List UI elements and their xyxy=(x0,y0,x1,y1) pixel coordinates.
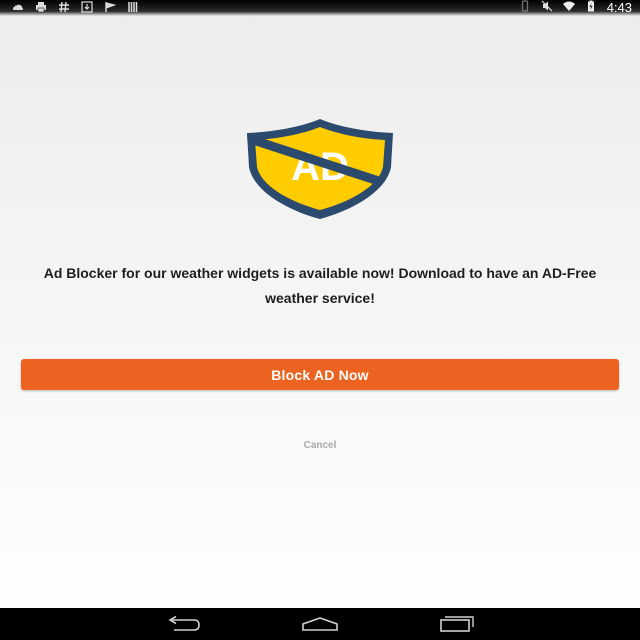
printer-icon xyxy=(35,1,47,16)
cancel-button[interactable]: Cancel xyxy=(270,440,370,451)
vibrate-icon xyxy=(519,0,531,17)
battery-icon xyxy=(585,0,597,17)
download-icon xyxy=(81,0,93,16)
shield-icon: AD xyxy=(247,119,393,219)
cloud-icon xyxy=(12,1,24,16)
navigation-bar xyxy=(0,608,640,640)
hash-icon xyxy=(58,1,70,16)
status-bar: 4:43 xyxy=(0,0,640,16)
back-button[interactable] xyxy=(161,614,205,634)
notification-icons xyxy=(12,0,139,16)
clock: 4:43 xyxy=(606,0,632,15)
back-icon xyxy=(168,616,200,631)
recents-icon xyxy=(440,616,474,632)
home-icon xyxy=(302,617,338,631)
promo-message: Ad Blocker for our weather widgets is av… xyxy=(43,265,597,306)
home-button[interactable] xyxy=(298,614,342,634)
system-status-icons: 4:43 xyxy=(519,0,632,17)
recents-button[interactable] xyxy=(435,614,479,634)
mute-icon xyxy=(541,0,553,17)
wifi-icon xyxy=(562,0,575,17)
flag-icon xyxy=(104,1,116,16)
block-ad-now-button[interactable]: Block AD Now xyxy=(21,359,619,390)
barcode-icon xyxy=(127,1,139,16)
ad-blocker-logo: AD xyxy=(243,117,397,221)
